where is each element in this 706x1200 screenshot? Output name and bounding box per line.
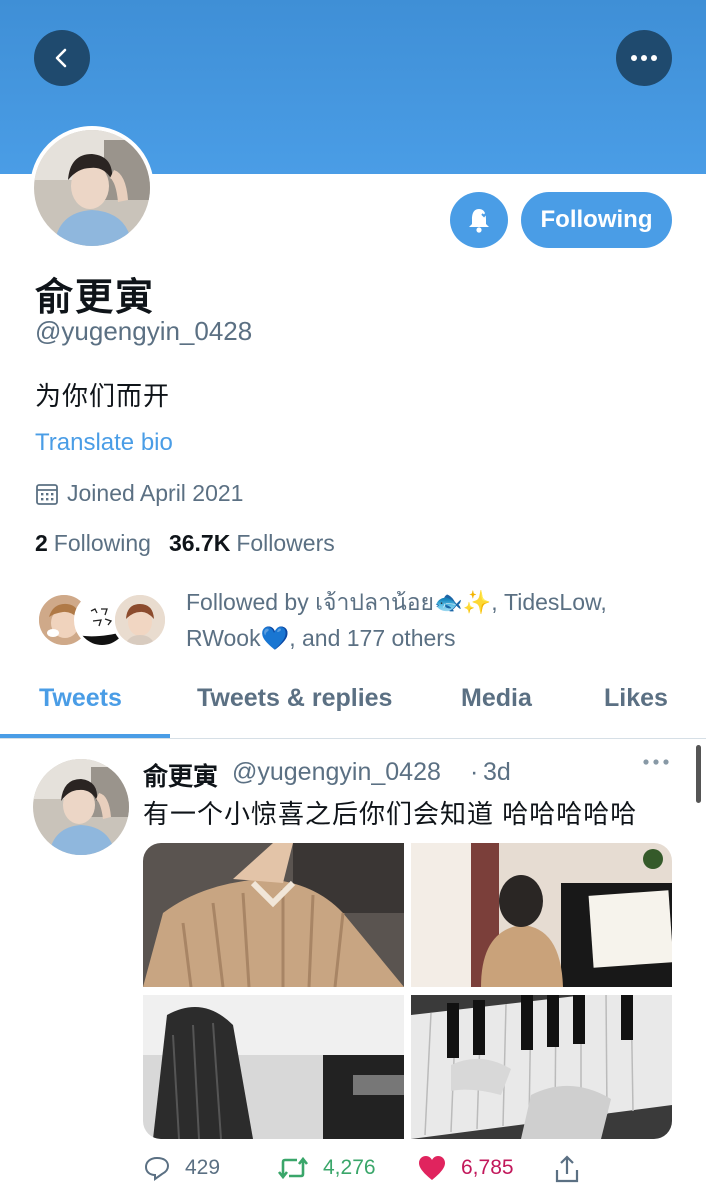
retweet-count: 4,276: [323, 1156, 376, 1179]
tweet-separator: ·: [470, 758, 479, 786]
more-dots-icon: [630, 54, 658, 62]
like-button[interactable]: 6,785: [417, 1154, 514, 1182]
followers-count: 36.7K: [168, 530, 231, 556]
calendar-icon: [35, 482, 59, 506]
followers-stat[interactable]: 36.7K Followers: [169, 530, 335, 557]
tweet-timestamp[interactable]: 3d: [483, 758, 511, 787]
reply-icon: [143, 1154, 171, 1182]
tweet-text: 有一个小惊喜之后你们会知道 哈哈哈哈哈: [143, 799, 638, 829]
followers-label: Followers: [236, 530, 335, 556]
tab-media[interactable]: Media: [461, 684, 532, 713]
tab-likes[interactable]: Likes: [604, 684, 668, 713]
share-icon: [553, 1154, 581, 1184]
following-label: Following: [53, 530, 151, 556]
back-arrow-icon: [50, 46, 74, 70]
following-button[interactable]: Following: [521, 192, 672, 248]
active-tab-indicator: [0, 734, 170, 738]
heart-icon: [417, 1154, 447, 1182]
scrollbar[interactable]: [696, 745, 701, 803]
tweet-media-grid: [143, 843, 672, 1139]
reply-count: 429: [185, 1156, 221, 1179]
back-button[interactable]: [34, 30, 90, 86]
profile-bio: 为你们而开: [35, 381, 171, 411]
tweet-actions: 429 4,276 6,785: [143, 1154, 683, 1190]
notification-bell-button[interactable]: [450, 192, 508, 248]
tweet[interactable]: 俞更寅 @yugengyin_0428 · 3d 有一个小惊喜之后你们会知道 哈…: [0, 740, 706, 1200]
notification-bell-icon: [464, 205, 494, 235]
following-stat[interactable]: 2 Following: [35, 530, 151, 557]
tweet-photo-1[interactable]: [143, 843, 404, 988]
like-count: 6,785: [461, 1156, 514, 1179]
retweet-button[interactable]: 4,276: [277, 1154, 376, 1182]
profile-tabs: Tweets Tweets & replies Media Likes: [0, 672, 706, 739]
joined-date: Joined April 2021: [35, 480, 243, 507]
tweet-photo-3[interactable]: [143, 995, 404, 1139]
profile-name: 俞更寅: [35, 277, 156, 319]
tweet-more-button[interactable]: [643, 758, 669, 766]
follow-stats: 2 Following 36.7K Followers: [35, 530, 335, 557]
share-button[interactable]: [553, 1154, 581, 1184]
tweet-avatar[interactable]: [33, 759, 129, 855]
tweet-photo-4[interactable]: [411, 985, 672, 1139]
tweet-photo-2[interactable]: [411, 843, 672, 987]
followed-by-text[interactable]: Followed by เจ้าปลาน้อย🐟✨, TidesLow, RWo…: [186, 584, 676, 656]
mutual-followers-avatars[interactable]: [36, 588, 168, 652]
translate-bio-link[interactable]: Translate bio: [35, 429, 173, 457]
profile-handle: @yugengyin_0428: [35, 316, 253, 346]
reply-button[interactable]: 429: [143, 1154, 220, 1182]
tab-tweets[interactable]: Tweets: [39, 684, 122, 713]
more-dots-icon: [643, 758, 669, 766]
following-count: 2: [35, 530, 48, 556]
tweet-author-handle[interactable]: @yugengyin_0428: [232, 758, 441, 787]
more-options-button[interactable]: [616, 30, 672, 86]
tab-tweets-replies[interactable]: Tweets & replies: [197, 684, 392, 713]
profile-avatar[interactable]: [30, 126, 154, 250]
mutual-avatar-3: [112, 592, 168, 648]
retweet-icon: [277, 1154, 309, 1182]
joined-text: Joined April 2021: [67, 480, 244, 506]
tweet-author-name[interactable]: 俞更寅: [143, 757, 218, 793]
